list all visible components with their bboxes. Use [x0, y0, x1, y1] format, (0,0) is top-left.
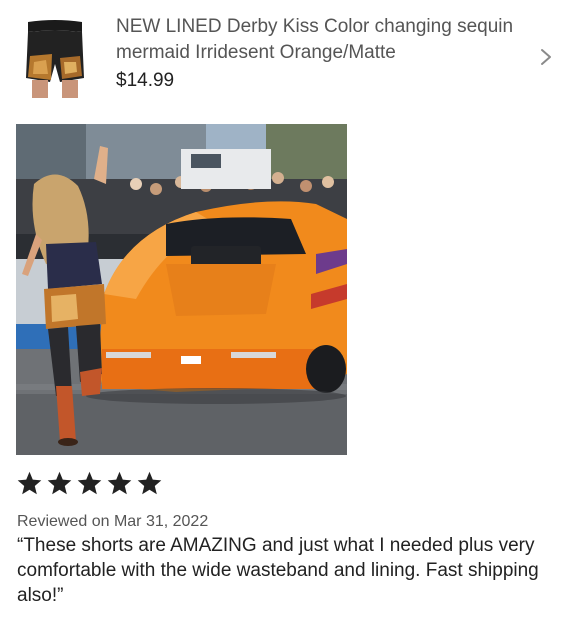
product-thumbnail[interactable] [24, 16, 86, 98]
review-text: “These shorts are AMAZING and just what … [17, 535, 539, 606]
chevron-right-icon[interactable] [535, 44, 557, 70]
review-photo[interactable] [16, 124, 347, 455]
star-icon [17, 471, 42, 495]
product-price: $14.99 [116, 70, 175, 91]
rating-stars [16, 470, 163, 498]
star-icon [107, 471, 132, 495]
star-icon [47, 471, 72, 495]
star-icon [137, 471, 162, 495]
product-title[interactable]: NEW LINED Derby Kiss Color changing sequ… [116, 14, 526, 66]
star-icon [77, 471, 102, 495]
product-summary[interactable]: NEW LINED Derby Kiss Color changing sequ… [0, 0, 570, 110]
review-date: Reviewed on Mar 31, 2022 [17, 513, 209, 530]
